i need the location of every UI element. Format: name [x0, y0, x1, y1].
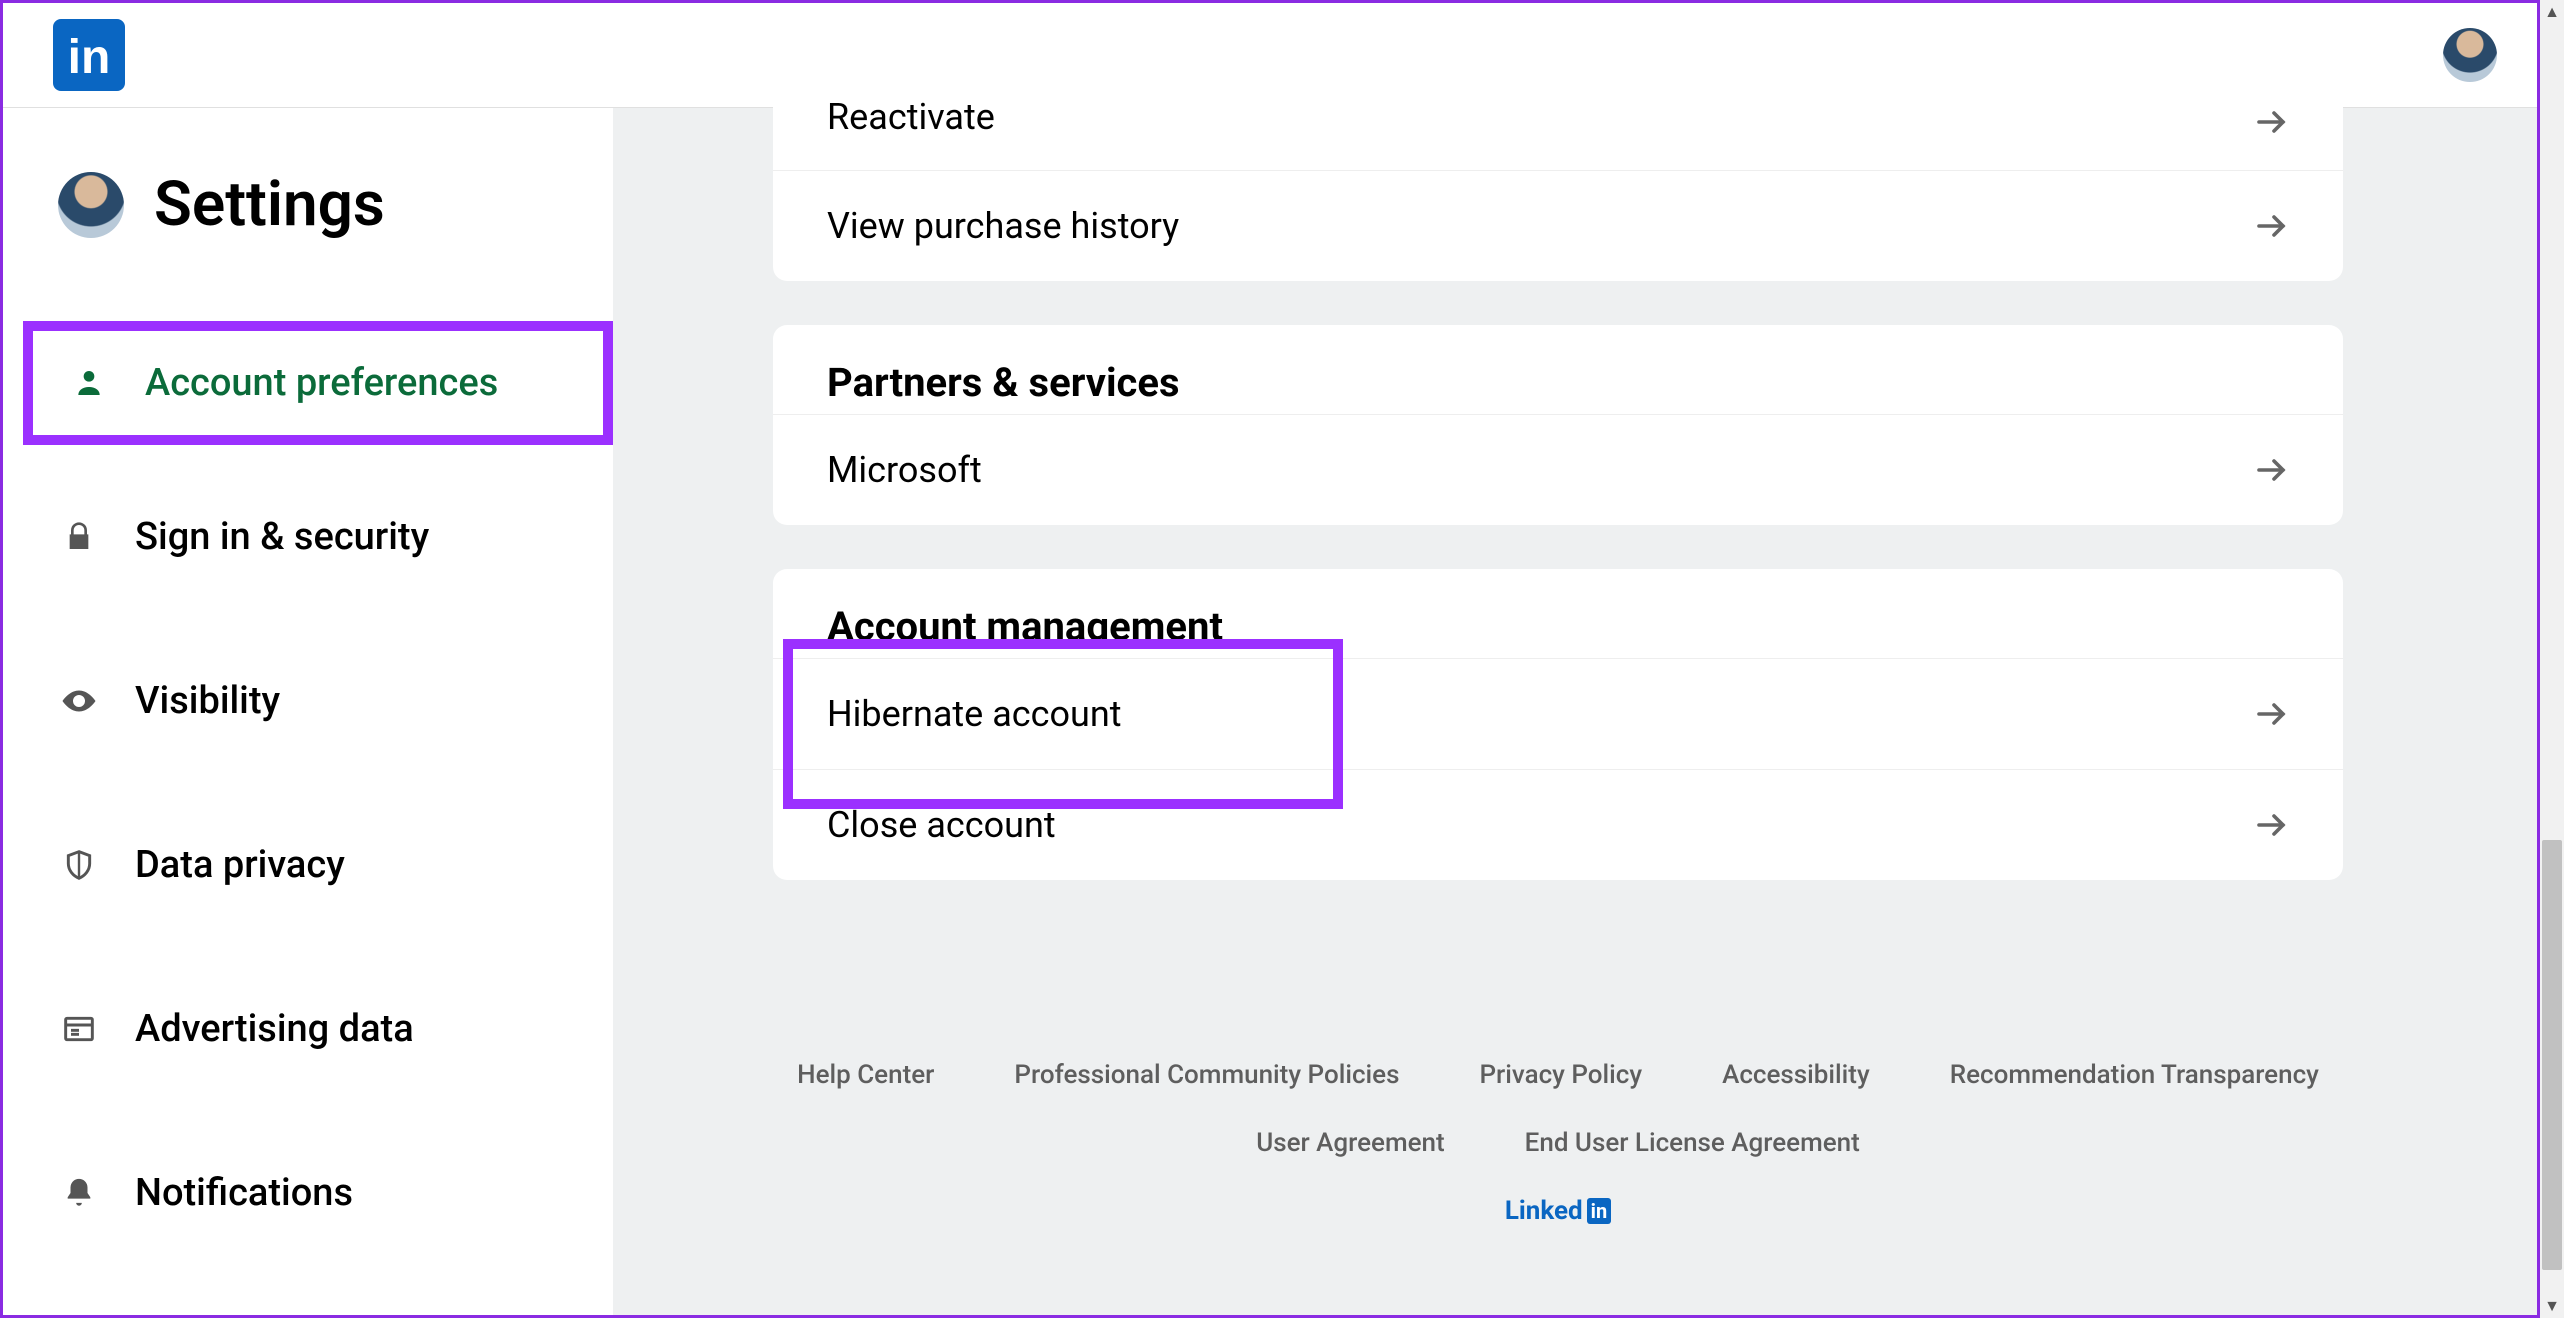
arrow-right-icon [2253, 452, 2289, 488]
global-header: in [3, 3, 2537, 108]
account-management-card: Account management Hibernate account Clo… [773, 569, 2343, 880]
footer-link-user-agreement[interactable]: User Agreement [1256, 1128, 1444, 1158]
sidebar-item-visibility[interactable]: Visibility [3, 649, 613, 753]
main-content: Reactivate View purchase history Partner… [613, 108, 2537, 1315]
linkedin-logo[interactable]: in [53, 19, 125, 91]
scroll-down-icon[interactable]: ▼ [2542, 1294, 2562, 1318]
footer-logo-text: Linked [1505, 1196, 1583, 1226]
sidebar-item-label: Account preferences [145, 361, 498, 405]
settings-sidebar: Settings Account preferences Sign in & s… [3, 108, 613, 1315]
linkedin-footer-logo[interactable]: Linked in [1505, 1196, 1611, 1226]
eye-icon [59, 681, 99, 721]
page-title-group: Settings [3, 168, 613, 241]
arrow-right-icon [2253, 104, 2289, 140]
sidebar-item-data-privacy[interactable]: Data privacy [3, 813, 613, 917]
sidebar-item-label: Data privacy [135, 843, 345, 887]
section-heading: Partners & services [773, 325, 2343, 414]
partners-services-card: Partners & services Microsoft [773, 325, 2343, 525]
footer-link-community-policies[interactable]: Professional Community Policies [1014, 1060, 1399, 1090]
sidebar-item-account-preferences[interactable]: Account preferences [33, 341, 603, 425]
settings-row-microsoft[interactable]: Microsoft [773, 414, 2343, 525]
footer-link-recommendation-transparency[interactable]: Recommendation Transparency [1950, 1060, 2319, 1090]
sidebar-item-label: Notifications [135, 1171, 353, 1215]
scroll-up-icon[interactable]: ▲ [2542, 0, 2562, 24]
settings-row-hibernate-account[interactable]: Hibernate account [773, 658, 2343, 769]
page-title: Settings [154, 168, 385, 241]
settings-row-purchase-history[interactable]: View purchase history [773, 170, 2343, 281]
sidebar-item-notifications[interactable]: Notifications [3, 1141, 613, 1245]
footer-links-row: Help Center Professional Community Polic… [773, 1060, 2343, 1090]
arrow-right-icon [2253, 208, 2289, 244]
avatar[interactable] [58, 172, 124, 238]
settings-row-close-account[interactable]: Close account [773, 769, 2343, 880]
arrow-right-icon [2253, 807, 2289, 843]
sidebar-item-advertising-data[interactable]: Advertising data [3, 977, 613, 1081]
sidebar-item-label: Visibility [135, 679, 280, 723]
row-label: View purchase history [827, 205, 1179, 247]
footer-logo-box: in [1587, 1198, 1612, 1224]
footer-link-privacy-policy[interactable]: Privacy Policy [1479, 1060, 1642, 1090]
row-label: Microsoft [827, 449, 982, 491]
vertical-scrollbar[interactable]: ▲ ▼ [2540, 0, 2564, 1318]
arrow-right-icon [2253, 696, 2289, 732]
row-label: Hibernate account [827, 693, 1122, 735]
highlight-annotation: Account preferences [23, 321, 613, 445]
person-icon [69, 363, 109, 403]
scroll-thumb[interactable] [2542, 840, 2562, 1270]
newspaper-icon [59, 1009, 99, 1049]
sidebar-item-label: Advertising data [135, 1007, 414, 1051]
bell-icon [59, 1173, 99, 1213]
shield-icon [59, 845, 99, 885]
sidebar-item-sign-in-security[interactable]: Sign in & security [3, 485, 613, 589]
settings-row-reactivate[interactable]: Reactivate [773, 100, 2343, 170]
footer: Help Center Professional Community Polic… [773, 1060, 2343, 1226]
subscriptions-card: Reactivate View purchase history [773, 100, 2343, 281]
lock-icon [59, 517, 99, 557]
footer-link-accessibility[interactable]: Accessibility [1722, 1060, 1870, 1090]
footer-link-help-center[interactable]: Help Center [797, 1060, 934, 1090]
row-label: Reactivate [827, 100, 995, 138]
row-label: Close account [827, 804, 1056, 846]
avatar[interactable] [2443, 28, 2497, 82]
section-heading: Account management [773, 569, 2343, 658]
footer-link-eula[interactable]: End User License Agreement [1525, 1128, 1860, 1158]
footer-links-row: User Agreement End User License Agreemen… [773, 1128, 2343, 1158]
sidebar-item-label: Sign in & security [135, 515, 429, 559]
